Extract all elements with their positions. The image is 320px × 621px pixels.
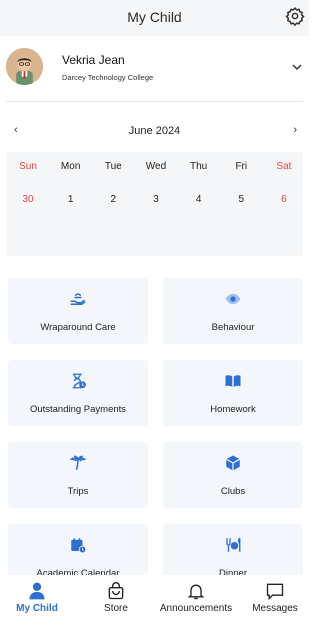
month-label: June 2024 bbox=[128, 125, 181, 137]
weekday-mon: Mon bbox=[60, 161, 81, 172]
tile-behaviour[interactable]: Behaviour bbox=[163, 278, 303, 344]
dinner-icon bbox=[226, 537, 241, 552]
nav-store[interactable]: Store bbox=[96, 581, 136, 614]
nav-announcements[interactable]: Announcements bbox=[158, 581, 234, 614]
weekday-fri: Fri bbox=[235, 161, 248, 172]
weekday-sun: Sun bbox=[19, 161, 37, 172]
tile-homework[interactable]: Homework bbox=[163, 360, 303, 426]
weekday-tue: Tue bbox=[104, 161, 122, 172]
hand-care-icon bbox=[70, 293, 86, 305]
date-cell[interactable]: 30 bbox=[13, 194, 43, 208]
calendar-icon bbox=[71, 538, 87, 554]
date-cell[interactable]: 2 bbox=[98, 194, 128, 208]
tile-outstanding-payments[interactable]: Outstanding Payments bbox=[8, 360, 148, 426]
tile-trips[interactable]: Trips bbox=[8, 442, 148, 508]
avatar bbox=[6, 48, 43, 85]
gear-icon[interactable] bbox=[285, 6, 305, 26]
nav-my-child[interactable]: My Child bbox=[12, 581, 62, 614]
nav-label: Announcements bbox=[159, 603, 233, 614]
hourglass-payment-icon bbox=[72, 373, 86, 389]
tile-wraparound-care[interactable]: Wraparound Care bbox=[8, 278, 148, 344]
palm-tree-icon bbox=[69, 455, 87, 470]
top-bar: My Child bbox=[0, 0, 309, 36]
date-cell[interactable]: 3 bbox=[141, 194, 171, 208]
child-selector[interactable]: Vekria Jean Darcey Technology College bbox=[0, 36, 309, 100]
weekday-wed: Wed bbox=[145, 161, 167, 172]
week-calendar: Sun Mon Tue Wed Thu Fri Sat 30 1 2 3 4 5… bbox=[7, 152, 303, 256]
tile-clubs[interactable]: Clubs bbox=[163, 442, 303, 508]
tile-label: Behaviour bbox=[211, 322, 255, 333]
weekday-thu: Thu bbox=[190, 161, 208, 172]
tile-label: Clubs bbox=[220, 486, 246, 497]
person-icon bbox=[29, 582, 45, 600]
nav-label: Messages bbox=[252, 603, 298, 614]
chat-icon bbox=[266, 583, 284, 601]
eye-icon bbox=[225, 293, 241, 305]
weekday-row: Sun Mon Tue Wed Thu Fri Sat bbox=[7, 161, 303, 175]
bottom-nav: My Child Store Announcements Messages bbox=[0, 575, 309, 621]
shopping-bag-icon bbox=[108, 582, 124, 600]
weekday-sat: Sat bbox=[276, 161, 292, 172]
nav-messages[interactable]: Messages bbox=[250, 581, 300, 614]
page-title: My Child bbox=[127, 9, 182, 25]
bell-icon bbox=[187, 584, 205, 600]
divider bbox=[6, 101, 303, 102]
tile-label: Homework bbox=[210, 404, 256, 415]
book-icon bbox=[225, 375, 241, 387]
date-cell[interactable]: 1 bbox=[56, 194, 86, 208]
nav-label: Store bbox=[104, 603, 128, 614]
cube-icon bbox=[225, 455, 241, 471]
tile-label: Trips bbox=[67, 486, 89, 497]
date-cell[interactable]: 6 bbox=[269, 194, 299, 208]
date-row: 30 1 2 3 4 5 6 bbox=[7, 194, 303, 208]
school-name: Darcey Technology College bbox=[62, 73, 154, 82]
chevron-down-icon[interactable] bbox=[291, 61, 303, 73]
nav-label: My Child bbox=[16, 603, 58, 614]
tile-label: Wraparound Care bbox=[40, 322, 116, 333]
child-name: Vekria Jean bbox=[62, 53, 125, 67]
next-month-button[interactable]: › bbox=[293, 124, 297, 136]
month-header: ‹ June 2024 › bbox=[0, 124, 309, 140]
date-cell[interactable]: 4 bbox=[184, 194, 214, 208]
date-cell[interactable]: 5 bbox=[226, 194, 256, 208]
tile-label: Outstanding Payments bbox=[29, 404, 127, 415]
